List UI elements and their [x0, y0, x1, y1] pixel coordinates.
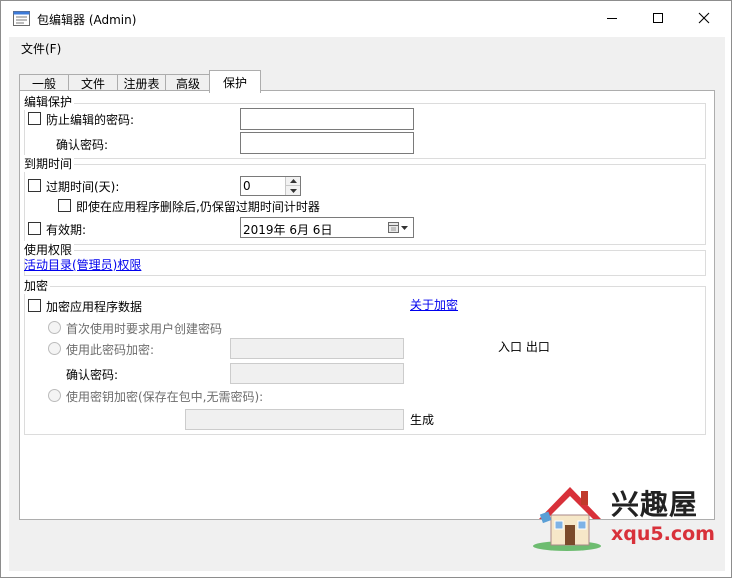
valid-until-checkbox[interactable]: [28, 222, 41, 235]
expire-days-checkbox[interactable]: [28, 179, 41, 192]
triangle-down-icon: [289, 188, 297, 193]
use-password-label: 使用此密码加密:: [66, 343, 155, 357]
close-button[interactable]: [681, 1, 727, 35]
expire-days-stepper[interactable]: 0: [240, 176, 301, 196]
app-icon: [13, 11, 30, 26]
first-use-label: 首次使用时要求用户创建密码: [66, 322, 223, 336]
use-key-label: 使用密钥加密(保存在包中,无需密码):: [66, 390, 264, 404]
stepper-up-button[interactable]: [286, 177, 300, 186]
tab-protection[interactable]: 保护: [209, 70, 261, 93]
close-icon: [698, 12, 710, 24]
entry-exit-label: 入口 出口: [498, 340, 550, 354]
encrypt-confirm-input[interactable]: [230, 363, 404, 384]
encrypt-data-label: 加密应用程序数据: [46, 300, 143, 314]
encrypt-confirm-label: 确认密码:: [66, 368, 119, 382]
protection-panel: 编辑保护 防止编辑的密码: 确认密码: 到期时间 过期时间(天): 0 即使在应…: [19, 90, 715, 520]
valid-until-datepicker[interactable]: 2019年 6月 6日: [240, 217, 414, 238]
menu-file[interactable]: 文件(F): [21, 40, 61, 57]
watermark-url: xqu5.com: [611, 523, 715, 545]
encrypt-password-input[interactable]: [230, 338, 404, 359]
stepper-buttons: [285, 177, 300, 195]
prevent-edit-checkbox[interactable]: [28, 112, 41, 125]
minimize-button[interactable]: [589, 1, 635, 35]
window-title: 包编辑器 (Admin): [37, 13, 137, 27]
expiration-title: 到期时间: [24, 155, 75, 172]
maximize-icon: [653, 13, 663, 23]
edit-confirm-input[interactable]: [240, 132, 414, 154]
watermark-logo: 兴趣屋 xqu5.com: [529, 479, 719, 553]
expire-days-value: 0: [243, 179, 251, 193]
valid-until-label: 有效期:: [46, 223, 87, 237]
edit-protection-title: 编辑保护: [24, 93, 75, 110]
menu-bar: 文件(F): [9, 37, 725, 59]
radio-use-password[interactable]: [48, 342, 61, 355]
radio-use-key[interactable]: [48, 389, 61, 402]
minimize-icon: [607, 18, 617, 19]
tab-strip: 一般 文件 注册表 高级 保护: [19, 70, 419, 93]
encryption-title: 加密: [24, 277, 51, 294]
generate-button[interactable]: 生成: [410, 411, 434, 428]
keep-timer-checkbox[interactable]: [58, 199, 71, 212]
expire-days-label: 过期时间(天):: [46, 180, 120, 194]
active-directory-link[interactable]: 活动目录(管理员)权限: [24, 256, 141, 273]
stepper-down-button[interactable]: [286, 186, 300, 195]
package-editor-window: 包编辑器 (Admin) 文件(F) 一般 文件 注册表 高级 保护 编辑保护: [0, 0, 732, 578]
key-input[interactable]: [185, 409, 404, 430]
radio-first-use[interactable]: [48, 321, 61, 334]
watermark-cn: 兴趣屋: [611, 488, 699, 521]
prevent-edit-label: 防止编辑的密码:: [46, 113, 135, 127]
house-icon: [533, 487, 601, 551]
maximize-button[interactable]: [635, 1, 681, 35]
calendar-dropdown-icon[interactable]: [387, 221, 409, 235]
edit-password-input[interactable]: [240, 108, 414, 130]
title-bar: 包编辑器 (Admin): [1, 1, 731, 37]
keep-timer-label: 即使在应用程序删除后,仍保留过期时间计时器: [76, 200, 320, 214]
encrypt-data-checkbox[interactable]: [28, 299, 41, 312]
edit-confirm-label: 确认密码:: [56, 138, 109, 152]
about-encryption-link[interactable]: 关于加密: [410, 296, 458, 313]
triangle-up-icon: [289, 179, 297, 183]
valid-until-date: 2019年 6月 6日: [243, 223, 333, 237]
